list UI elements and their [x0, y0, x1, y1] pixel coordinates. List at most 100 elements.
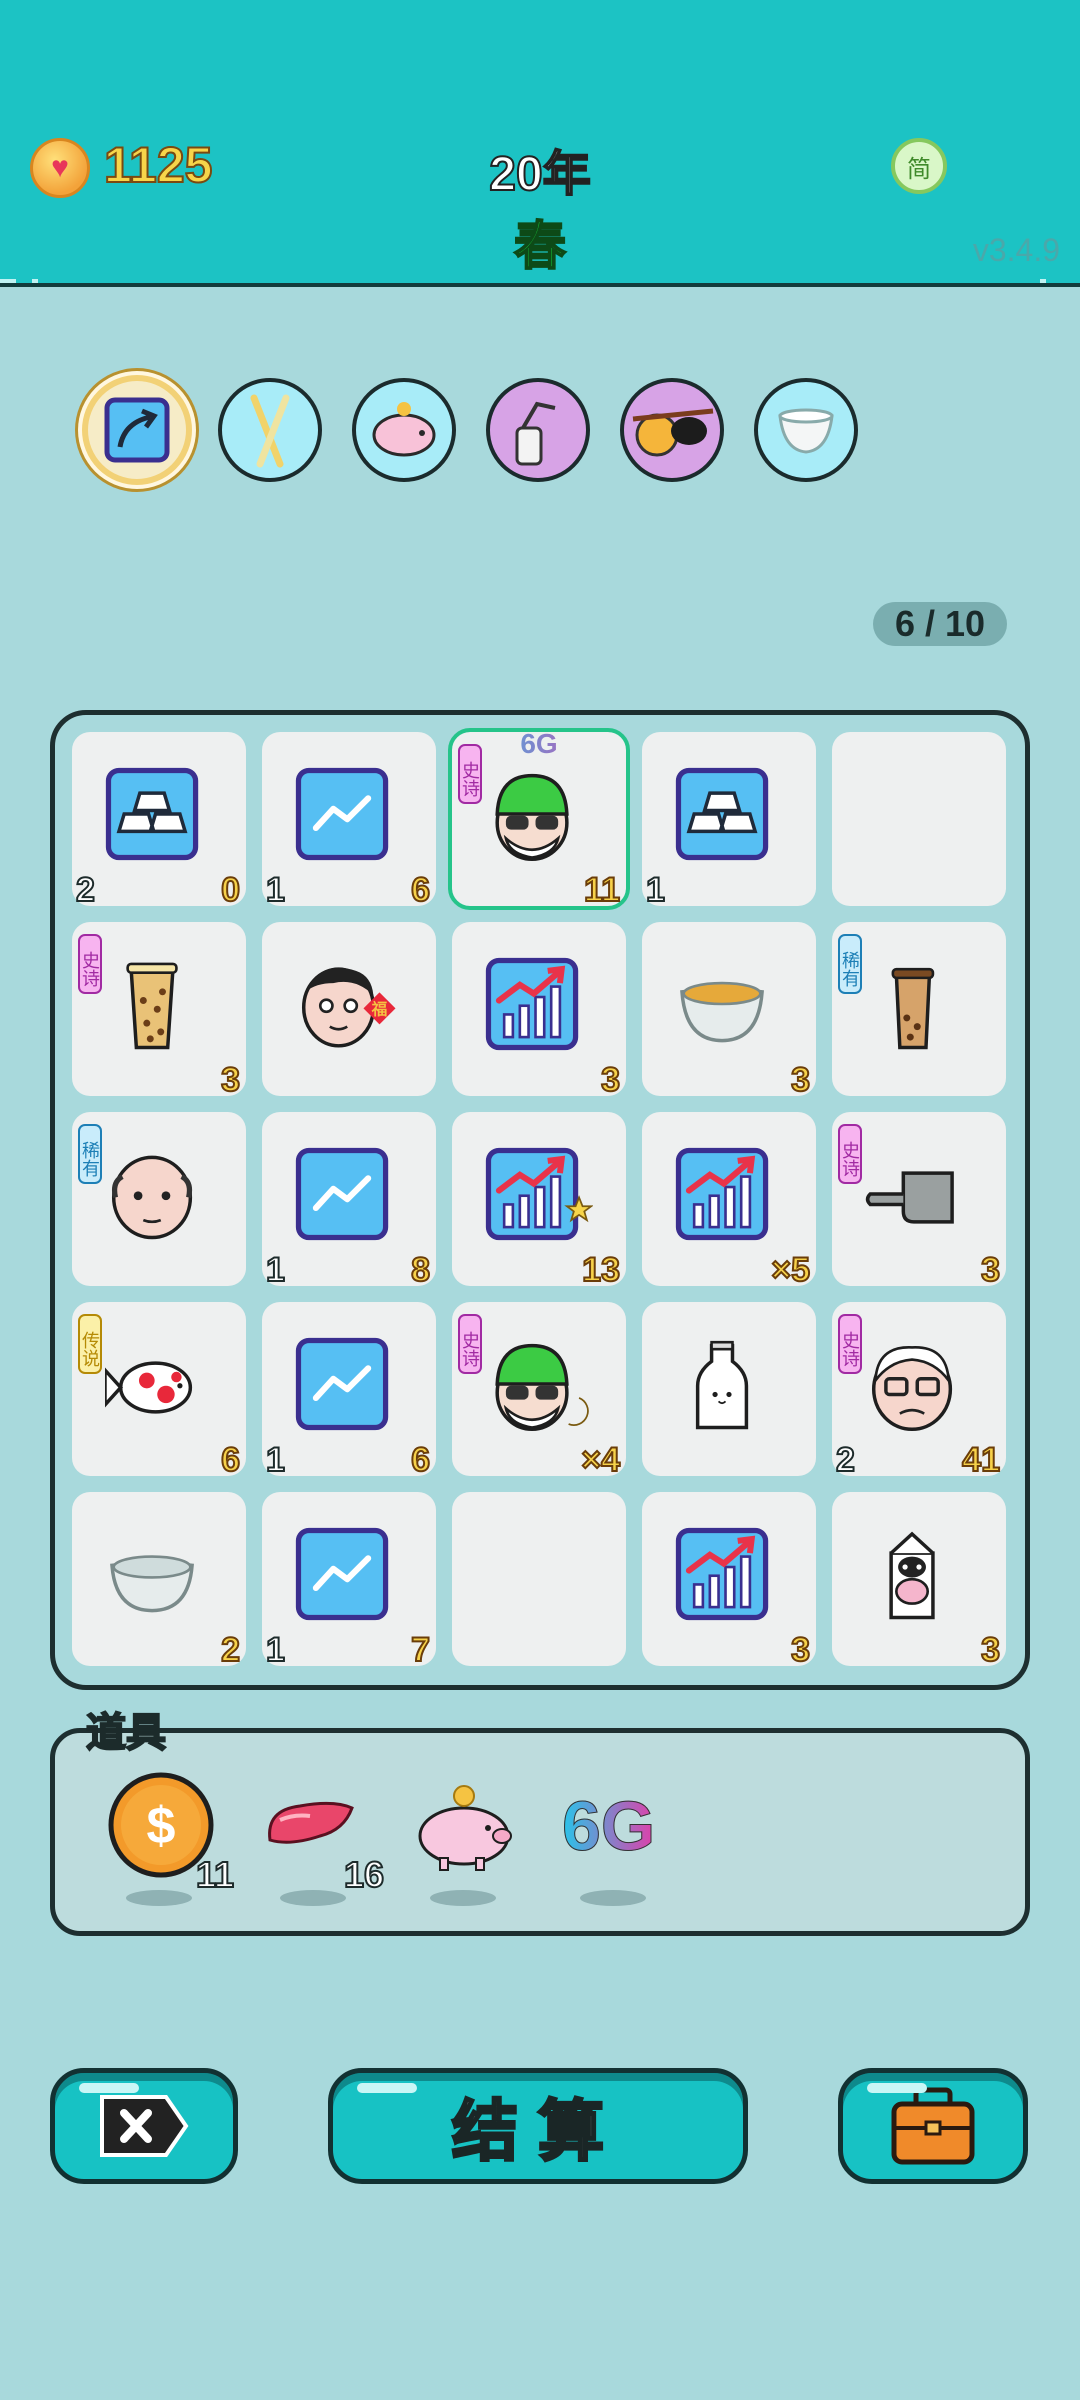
briefcase-button[interactable] [838, 2068, 1028, 2184]
slot-left-value: 1 [265, 1440, 286, 1480]
board-slot[interactable]: 稀有 [72, 1112, 246, 1286]
buff-eyepatch[interactable] [620, 378, 724, 482]
koi-fish-icon [105, 1361, 193, 1414]
divider [32, 279, 38, 283]
old-man-glasses-icon [871, 1346, 953, 1432]
board-slot[interactable]: 史诗 6G 11 [448, 728, 630, 910]
slot-left-value: 1 [645, 870, 666, 910]
board-slot[interactable]: 20 [72, 732, 246, 910]
close-tag-icon [100, 2095, 189, 2157]
year-label: 20年 [488, 147, 591, 202]
gloss [79, 2083, 139, 2093]
board-slot[interactable] [642, 1302, 816, 1476]
board-slot[interactable]: 1 [642, 732, 816, 910]
slot-right-value: 6 [410, 870, 431, 910]
milk-jug-icon [778, 408, 834, 454]
soup-bowl-icon [680, 981, 764, 1043]
milk-carton-cow-icon [889, 1531, 935, 1620]
slot-right-value: 3 [790, 1630, 811, 1670]
board-slot[interactable]: 3 [452, 922, 626, 1100]
milk-bottle-icon [695, 1340, 749, 1430]
slot-right-value: 3 [980, 1250, 1001, 1290]
board-slot[interactable]: 3 [642, 1492, 816, 1670]
item-6g[interactable]: 6G [560, 1770, 680, 1910]
gloss [357, 2083, 417, 2093]
6g-icon: 6G [561, 1787, 656, 1866]
board-slot[interactable]: 16 [262, 1302, 436, 1480]
slot-right-value: 13 [581, 1250, 621, 1290]
buff-chopsticks[interactable] [218, 378, 322, 482]
buff-arrow-card[interactable] [82, 375, 192, 485]
discard-button[interactable] [50, 2068, 238, 2184]
svg-text:福: 福 [371, 999, 388, 1018]
empty-slot[interactable] [832, 732, 1006, 906]
board-slot[interactable]: 史诗 ×4 [452, 1302, 626, 1480]
item-count: 16 [343, 1853, 385, 1896]
slot-right-value: 7 [410, 1630, 431, 1670]
gloss [867, 2083, 927, 2093]
divider [0, 279, 16, 283]
spin-counter: 6 / 10 [873, 602, 1007, 646]
slot-left-value: 1 [265, 1250, 286, 1290]
green-hat-man-moon-icon [495, 1343, 589, 1432]
slot-right-value: 3 [220, 1060, 241, 1100]
language-toggle-button[interactable]: 简 [891, 138, 947, 194]
item-liver[interactable]: 16 [260, 1770, 385, 1910]
bubble-tea-small-icon [891, 967, 935, 1050]
settle-label: 结算 [451, 2093, 624, 2170]
6g-badge: 6G [452, 728, 626, 760]
item-dollar-coin[interactable]: $ 11 [106, 1770, 235, 1910]
board-slot[interactable]: 史诗 3 [72, 922, 246, 1100]
board-slot[interactable]: ×5 [642, 1112, 816, 1290]
bubble-tea-icon [126, 962, 178, 1050]
board-slot[interactable]: 16 [262, 732, 436, 910]
growth-chart-icon [675, 1147, 769, 1241]
chopsticks-icon [250, 394, 290, 468]
buff-spray-bottle[interactable] [486, 378, 590, 482]
slot-left-value: 2 [75, 870, 96, 910]
buff-milk-jug[interactable] [754, 378, 858, 482]
board-slot[interactable]: 稀有 [832, 922, 1006, 1096]
items-label: 道具 [85, 1710, 167, 1756]
gold-bars-icon [675, 767, 769, 861]
board-slot[interactable]: 3 [832, 1492, 1006, 1670]
slot-right-value: 2 [220, 1630, 241, 1670]
slot-board: 2 0 1 6 史诗 6G 11 1 史诗 3 福 3 3 稀有 稀有 1 8 13 ×5 史诗 3 传说 6 1 6 史诗 ×4 史… [50, 710, 1030, 1690]
piggy-bank-icon [418, 1785, 512, 1871]
board-slot[interactable]: 3 [642, 922, 816, 1100]
divider [1040, 279, 1046, 283]
board-slot[interactable]: 福 [262, 922, 436, 1096]
slot-right-value: 3 [600, 1060, 621, 1100]
board-slot[interactable]: 传说 6 [72, 1302, 246, 1480]
empty-slot[interactable] [452, 1492, 626, 1666]
bald-man-icon [111, 1155, 193, 1240]
briefcase-icon [891, 2087, 975, 2165]
slot-right-value: 8 [410, 1250, 431, 1290]
slot-left-value: 2 [835, 1440, 856, 1480]
trend-card-icon [295, 1337, 389, 1431]
green-hat-man-icon [495, 773, 569, 862]
rarity-tag: 史诗 [78, 934, 102, 994]
item-piggy-bank[interactable] [410, 1770, 530, 1910]
settle-button[interactable]: 结算 [328, 2068, 748, 2184]
gold-bars-icon [105, 767, 199, 861]
item-shadow [126, 1890, 192, 1906]
fortune-man-icon: 福 [301, 967, 396, 1048]
board-slot[interactable]: 史诗 2 41 [832, 1302, 1006, 1480]
board-slot[interactable]: 13 [452, 1112, 626, 1290]
rarity-tag: 传说 [78, 1314, 102, 1374]
board-slot[interactable]: 17 [262, 1492, 436, 1670]
board-slot[interactable]: 史诗 3 [832, 1112, 1006, 1290]
piggy-bank-icon [372, 402, 436, 457]
buff-piggy-bank[interactable] [352, 378, 456, 482]
spray-bottle-icon [515, 401, 556, 466]
rarity-tag: 史诗 [838, 1314, 862, 1374]
board-slot[interactable]: 2 [72, 1492, 246, 1670]
board-slot[interactable]: 18 [262, 1112, 436, 1290]
rarity-tag: 史诗 [838, 1124, 862, 1184]
slot-right-value: 3 [790, 1060, 811, 1100]
slot-right-value: 6 [220, 1440, 241, 1480]
slot-right-value: ×4 [580, 1440, 621, 1480]
item-count: 11 [195, 1853, 235, 1896]
rarity-tag: 史诗 [458, 1314, 482, 1374]
